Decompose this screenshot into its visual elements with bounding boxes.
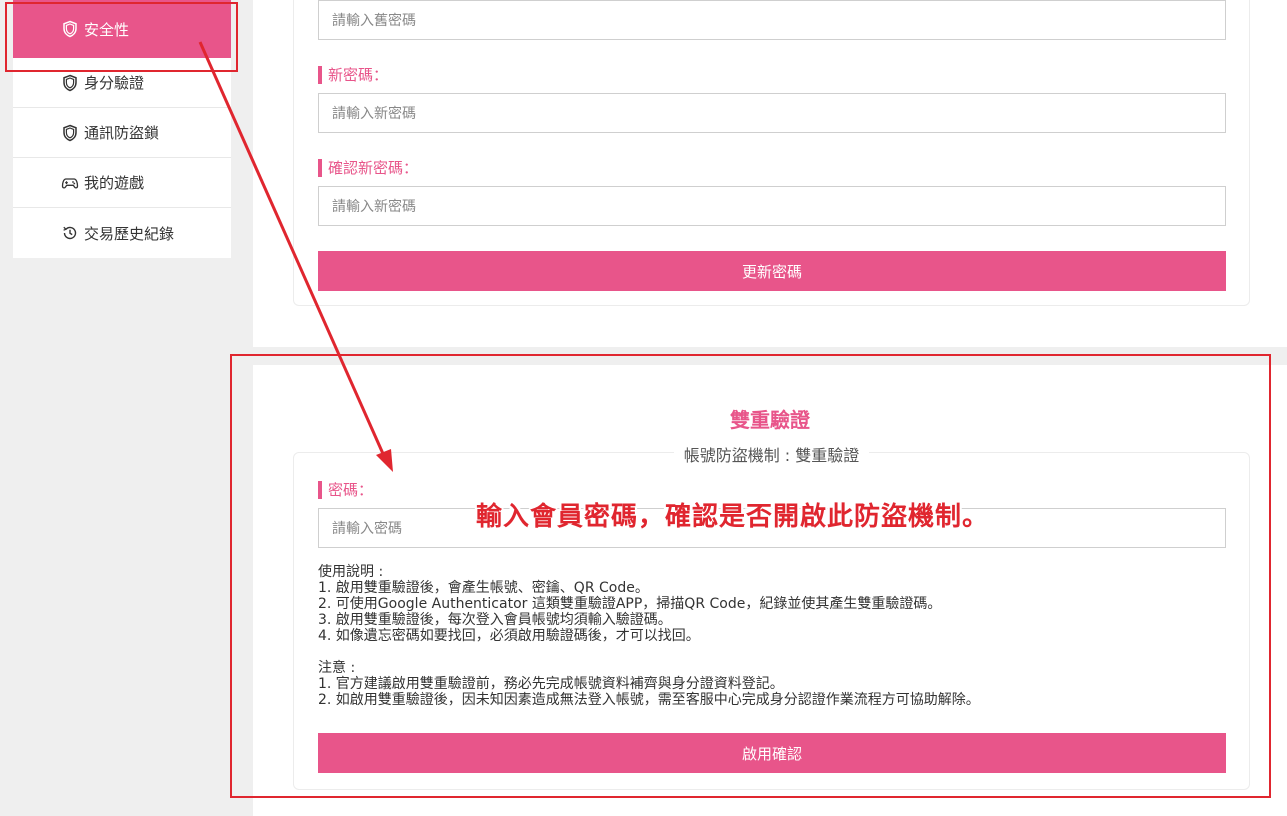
annotation-text: 輸入會員密碼，確認是否開啟此防盜機制。 [476,502,990,532]
annotation-arrow [198,41,393,472]
